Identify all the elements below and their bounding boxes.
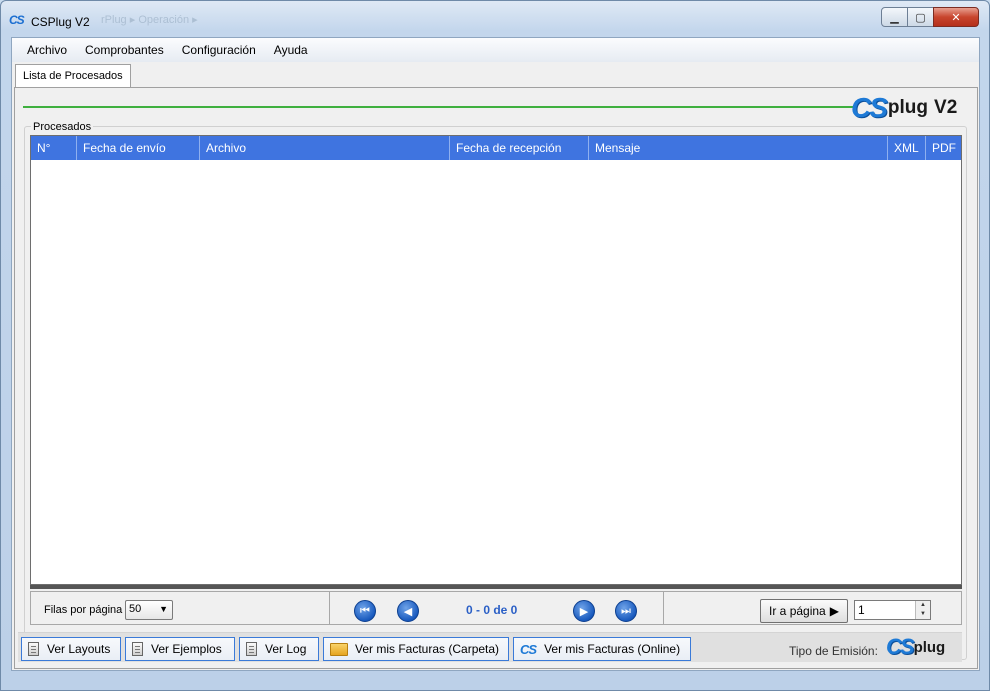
document-icon [132, 642, 143, 656]
go-to-page-value: 1 [858, 603, 865, 617]
minimize-button[interactable]: ▁ [881, 7, 908, 27]
col-header-xml[interactable]: XML [888, 136, 926, 160]
csplug-icon: CS [520, 641, 537, 657]
menu-archivo[interactable]: Archivo [18, 43, 76, 57]
next-page-button[interactable]: ▶ [573, 600, 595, 622]
last-page-icon: ⏭ [621, 604, 631, 617]
next-page-icon: ▶ [579, 605, 589, 618]
ver-layouts-label: Ver Layouts [47, 642, 111, 656]
tipo-logo-plug: plug [913, 638, 946, 656]
ver-layouts-button[interactable]: Ver Layouts [21, 637, 121, 661]
folder-icon [330, 642, 348, 656]
csplug-logo: CS plug V2 [851, 92, 957, 124]
tipo-emision-label: Tipo de Emisión: [789, 644, 878, 658]
group-legend: Procesados [31, 121, 94, 133]
logo-cs: CS [851, 92, 888, 123]
grid-bottom-border [30, 585, 962, 589]
tab-content: CS plug V2 Procesados N° Fecha de envío … [14, 87, 978, 669]
tipo-logo-cs: CS [886, 634, 915, 659]
ver-facturas-online-label: Ver mis Facturas (Online) [544, 642, 681, 656]
title-bar[interactable]: CS CSPlug V2 rPlug ▸ Operación ▸ ▁ ▢ ✕ [1, 1, 989, 37]
col-header-fecha-recepcion[interactable]: Fecha de recepción [450, 136, 589, 160]
tipo-emision-logo: CS plug [886, 634, 945, 660]
document-icon [28, 642, 39, 656]
page-info: 0 - 0 de 0 [466, 603, 518, 617]
tab-strip: Lista de Procesados [12, 62, 979, 88]
col-header-archivo[interactable]: Archivo [200, 136, 450, 160]
app-window: CS CSPlug V2 rPlug ▸ Operación ▸ ▁ ▢ ✕ A… [0, 0, 990, 691]
ver-log-button[interactable]: Ver Log [239, 637, 319, 661]
page-spinner[interactable]: ▲ ▼ [915, 601, 930, 619]
ver-log-label: Ver Log [265, 642, 307, 656]
minimize-icon: ▁ [890, 11, 899, 24]
menu-bar: Archivo Comprobantes Configuración Ayuda [12, 38, 979, 62]
last-page-button[interactable]: ⏭ [615, 600, 637, 622]
background-breadcrumb: rPlug ▸ Operación ▸ [101, 14, 198, 26]
close-icon: ✕ [951, 11, 961, 24]
rows-per-page-label: Filas por página [44, 604, 123, 616]
dropdown-arrow-icon: ▼ [159, 604, 168, 614]
menu-comprobantes[interactable]: Comprobantes [76, 43, 173, 57]
procesados-group: Procesados N° Fecha de envío Archivo Fec… [24, 121, 967, 660]
rows-per-page-select[interactable]: 50 ▼ [125, 600, 173, 620]
menu-configuracion[interactable]: Configuración [173, 43, 265, 57]
previous-page-button[interactable]: ◀ [397, 600, 419, 622]
first-page-icon: ⏮ [360, 604, 370, 617]
grid-header: N° Fecha de envío Archivo Fecha de recep… [31, 136, 961, 160]
first-page-button[interactable]: ⏮ [354, 600, 376, 622]
maximize-icon: ▢ [915, 11, 926, 24]
menu-ayuda[interactable]: Ayuda [265, 43, 317, 57]
bottom-toolbar: Ver Layouts Ver Ejemplos Ver Log Ver mis… [18, 632, 962, 662]
col-header-numero[interactable]: N° [31, 136, 77, 160]
go-to-page-input[interactable]: 1 ▲ ▼ [854, 600, 931, 620]
ver-ejemplos-label: Ver Ejemplos [151, 642, 222, 656]
go-to-page-label: Ir a página [769, 604, 826, 618]
spin-up-icon[interactable]: ▲ [916, 601, 930, 610]
client-area: Archivo Comprobantes Configuración Ayuda… [11, 37, 980, 671]
ver-facturas-carpeta-label: Ver mis Facturas (Carpeta) [355, 642, 500, 656]
window-title: CSPlug V2 [31, 15, 90, 29]
maximize-button[interactable]: ▢ [907, 7, 934, 27]
header-divider [23, 106, 853, 108]
play-arrow-icon: ▶ [829, 604, 839, 618]
document-icon [246, 642, 257, 656]
col-header-pdf[interactable]: PDF [926, 136, 961, 160]
pager-bar: Filas por página 50 ▼ ⏮ ◀ 0 - 0 de 0 ▶ ⏭… [30, 591, 962, 625]
spin-down-icon[interactable]: ▼ [916, 610, 930, 619]
logo-version: V2 [934, 97, 958, 118]
go-to-page-button[interactable]: Ir a página ▶ [760, 599, 848, 623]
app-logo-icon: CS [9, 13, 25, 27]
ver-ejemplos-button[interactable]: Ver Ejemplos [125, 637, 235, 661]
procesados-grid[interactable]: N° Fecha de envío Archivo Fecha de recep… [30, 135, 962, 585]
rows-per-page-value: 50 [129, 603, 142, 615]
close-button[interactable]: ✕ [933, 7, 979, 27]
previous-page-icon: ◀ [403, 605, 413, 618]
pager-rows-section: Filas por página 50 ▼ [31, 592, 330, 624]
tab-lista-de-procesados[interactable]: Lista de Procesados [15, 64, 131, 88]
col-header-fecha-envio[interactable]: Fecha de envío [77, 136, 200, 160]
ver-facturas-online-button[interactable]: CS Ver mis Facturas (Online) [513, 637, 691, 661]
window-controls: ▁ ▢ ✕ [881, 7, 979, 27]
logo-plug: plug [887, 97, 929, 118]
ver-facturas-carpeta-button[interactable]: Ver mis Facturas (Carpeta) [323, 637, 509, 661]
col-header-mensaje[interactable]: Mensaje [589, 136, 888, 160]
